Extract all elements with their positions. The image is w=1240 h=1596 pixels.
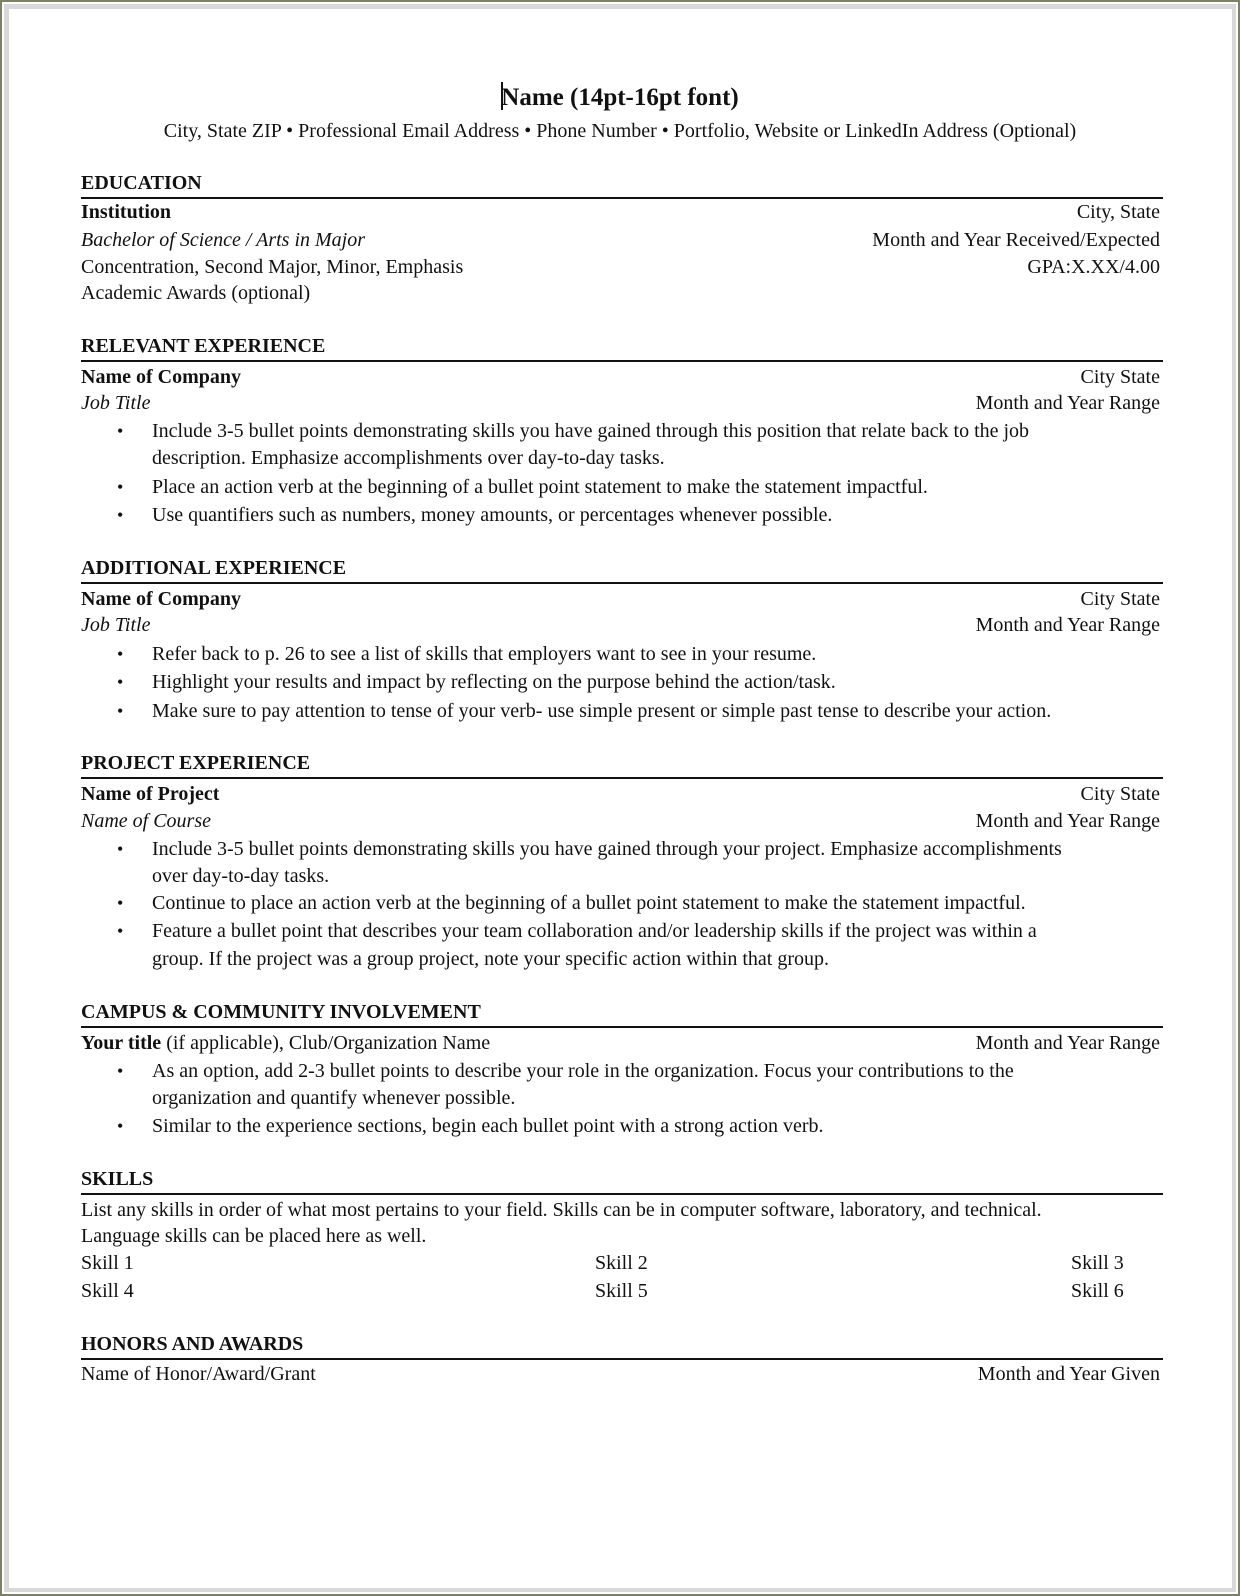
project-name: Name of Project	[81, 783, 220, 805]
bullet-icon: •	[117, 921, 124, 941]
honor-date: Month and Year Given	[977, 1363, 1160, 1385]
section-heading-involvement: CAMPUS & COMMUNITY INVOLVEMENT	[81, 1001, 481, 1023]
relevant-job-title: Job Title	[81, 392, 151, 414]
section-rule	[81, 1358, 1163, 1360]
project-bullet-1-line-2: over day-to-day tasks.	[152, 865, 330, 887]
resume-document: Name (14pt-16pt font) City, State ZIP • …	[0, 0, 1240, 1596]
project-bullet-2: Continue to place an action verb at the …	[152, 892, 1026, 914]
section-heading-honors: HONORS AND AWARDS	[81, 1333, 304, 1355]
education-institution: Institution	[81, 201, 172, 223]
name-text: Name (14pt-16pt font)	[501, 84, 739, 111]
involvement-bullet-1-line-1: As an option, add 2-3 bullet points to d…	[152, 1060, 1014, 1082]
additional-location: City State	[1080, 588, 1160, 610]
relevant-date: Month and Year Range	[975, 392, 1160, 414]
section-rule	[81, 777, 1163, 779]
section-rule	[81, 1026, 1163, 1028]
skill-item: Skill 6	[1071, 1280, 1124, 1302]
relevant-bullet-1-line-2: description. Emphasize accomplishments o…	[152, 447, 665, 469]
section-heading-skills: SKILLS	[81, 1168, 154, 1190]
section-heading-relevant-experience: RELEVANT EXPERIENCE	[81, 335, 326, 357]
project-date: Month and Year Range	[975, 810, 1160, 832]
bullet-icon: •	[117, 644, 124, 664]
involvement-bullet-1-line-2: organization and quantify whenever possi…	[152, 1087, 516, 1109]
section-rule	[81, 197, 1163, 199]
education-date: Month and Year Received/Expected	[872, 229, 1160, 251]
additional-job-title: Job Title	[81, 614, 151, 636]
education-gpa: GPA:X.XX/4.00	[1027, 256, 1160, 278]
section-heading-education: EDUCATION	[81, 172, 202, 194]
project-bullet-3-line-2: group. If the project was a group projec…	[152, 948, 830, 970]
skills-description-line-2: Language skills can be placed here as we…	[81, 1225, 427, 1247]
relevant-company: Name of Company	[81, 366, 241, 388]
relevant-bullet-1-line-1: Include 3-5 bullet points demonstrating …	[152, 420, 1030, 442]
section-rule	[81, 1193, 1163, 1195]
bullet-icon: •	[117, 839, 124, 859]
relevant-bullet-2: Place an action verb at the beginning of…	[152, 476, 928, 498]
bullet-icon: •	[117, 1061, 124, 1081]
education-degree: Bachelor of Science / Arts in Major	[81, 229, 366, 251]
involvement-title-line: Your title (if applicable), Club/Organiz…	[81, 1033, 490, 1053]
education-location: City, State	[1076, 201, 1160, 223]
education-awards: Academic Awards (optional)	[81, 282, 311, 304]
additional-bullet-1: Refer back to p. 26 to see a list of ski…	[152, 643, 817, 665]
skill-item: Skill 5	[595, 1280, 648, 1302]
section-rule	[81, 582, 1163, 584]
bullet-icon: •	[117, 1116, 124, 1136]
skill-item: Skill 4	[81, 1280, 134, 1302]
involvement-organization: (if applicable), Club/Organization Name	[161, 1032, 491, 1054]
additional-company: Name of Company	[81, 588, 241, 610]
bullet-icon: •	[117, 893, 124, 913]
education-concentration: Concentration, Second Major, Minor, Emph…	[81, 256, 464, 278]
relevant-bullet-3: Use quantifiers such as numbers, money a…	[152, 504, 833, 526]
resume-name[interactable]: Name (14pt-16pt font)	[0, 82, 1240, 110]
honor-name: Name of Honor/Award/Grant	[81, 1363, 316, 1385]
additional-bullet-3: Make sure to pay attention to tense of y…	[152, 700, 1052, 722]
section-rule	[81, 360, 1163, 362]
bullet-icon: •	[117, 505, 124, 525]
involvement-bullet-2: Similar to the experience sections, begi…	[152, 1115, 824, 1137]
skill-item: Skill 1	[81, 1252, 134, 1274]
additional-bullet-2: Highlight your results and impact by ref…	[152, 671, 836, 693]
skill-item: Skill 3	[1071, 1252, 1124, 1274]
bullet-icon: •	[117, 701, 124, 721]
relevant-location: City State	[1080, 366, 1160, 388]
skills-description-line-1: List any skills in order of what most pe…	[81, 1199, 1042, 1221]
skill-item: Skill 2	[595, 1252, 648, 1274]
involvement-date: Month and Year Range	[975, 1032, 1160, 1054]
project-location: City State	[1080, 783, 1160, 805]
section-heading-project-experience: PROJECT EXPERIENCE	[81, 752, 311, 774]
project-bullet-1-line-1: Include 3-5 bullet points demonstrating …	[152, 838, 1062, 860]
involvement-title: Your title	[81, 1032, 162, 1054]
bullet-icon: •	[117, 672, 124, 692]
bullet-icon: •	[117, 477, 124, 497]
additional-date: Month and Year Range	[975, 614, 1160, 636]
contact-line: City, State ZIP • Professional Email Add…	[163, 120, 1077, 142]
project-course: Name of Course	[81, 810, 211, 832]
bullet-icon: •	[117, 421, 124, 441]
project-bullet-3-line-1: Feature a bullet point that describes yo…	[152, 920, 1037, 942]
section-heading-additional-experience: ADDITIONAL EXPERIENCE	[81, 557, 347, 579]
